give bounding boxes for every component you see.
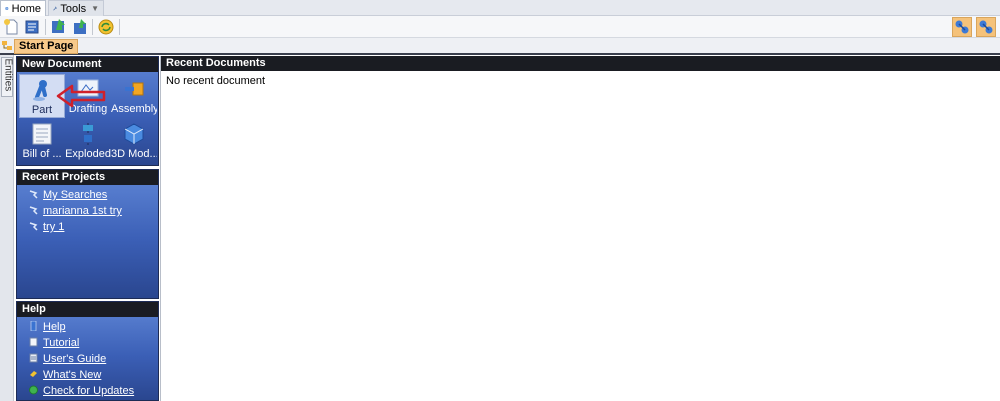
start-page-icon bbox=[2, 41, 12, 50]
whats-new-link-label: What's New bbox=[43, 369, 102, 381]
recent-projects-title: Recent Projects bbox=[17, 170, 158, 185]
help-link[interactable]: Help bbox=[17, 319, 158, 335]
new-3d-model-label: 3D Mod... bbox=[111, 148, 157, 160]
part-icon bbox=[33, 80, 47, 101]
wrench-icon bbox=[53, 6, 58, 11]
entities-tab[interactable]: Entities bbox=[1, 57, 14, 97]
tutorial-link-label: Tutorial bbox=[43, 337, 80, 349]
save-all-icon[interactable] bbox=[70, 18, 88, 36]
chevron-down-icon[interactable]: ▼ bbox=[91, 4, 99, 13]
tab-tools[interactable]: Tools ▼ bbox=[48, 0, 104, 16]
project-icon bbox=[29, 206, 38, 215]
check-for-updates-link-label: Check for Updates bbox=[43, 385, 135, 397]
new-exploded-label: Exploded bbox=[65, 148, 111, 160]
book-icon bbox=[29, 353, 38, 363]
recent-project-link[interactable]: try 1 bbox=[17, 219, 158, 235]
help-title: Help bbox=[17, 302, 158, 317]
disconnect-button[interactable] bbox=[976, 17, 996, 37]
project-icon bbox=[29, 190, 38, 199]
tab-tools-label: Tools bbox=[60, 2, 87, 15]
users-guide-link-label: User's Guide bbox=[43, 353, 107, 365]
annotation-arrow-icon bbox=[56, 84, 106, 108]
new-file-icon[interactable] bbox=[3, 18, 21, 36]
toolbar-separator bbox=[119, 19, 120, 35]
toolbar-separator bbox=[92, 19, 93, 35]
connect-button[interactable] bbox=[952, 17, 972, 37]
new-document-title: New Document bbox=[17, 57, 158, 72]
document-tab-strip: Start Page bbox=[0, 38, 1000, 55]
recent-project-link[interactable]: My Searches bbox=[17, 187, 158, 203]
check-for-updates-link[interactable]: Check for Updates bbox=[17, 383, 158, 399]
new-document-panel: New Document Part Drafting Assembly Bill… bbox=[16, 56, 159, 166]
recent-project-link[interactable]: marianna 1st try bbox=[17, 203, 158, 219]
recent-project-label: My Searches bbox=[43, 189, 108, 201]
3d-model-icon bbox=[124, 123, 144, 145]
globe-icon bbox=[5, 6, 9, 11]
tutorial-icon bbox=[29, 337, 38, 347]
recent-documents-panel: Recent Documents No recent document bbox=[160, 56, 1000, 401]
quick-toolbar bbox=[0, 16, 1000, 38]
refresh-icon[interactable] bbox=[97, 18, 115, 36]
bill-of-materials-icon bbox=[32, 123, 52, 145]
save-icon[interactable] bbox=[50, 18, 68, 36]
help-panel: Help Help Tutorial User's Guide What's N… bbox=[16, 301, 159, 401]
tab-home-label: Home bbox=[11, 2, 41, 15]
entities-side-panel: Entities bbox=[0, 55, 14, 401]
recent-projects-panel: Recent Projects My Searches marianna 1st… bbox=[16, 169, 159, 299]
help-icon bbox=[30, 321, 37, 331]
assembly-icon bbox=[125, 82, 144, 96]
whats-new-link[interactable]: What's New bbox=[17, 367, 158, 383]
new-assembly-button[interactable]: Assembly bbox=[111, 74, 157, 118]
ribbon-tab-bar: Home Tools ▼ bbox=[0, 0, 1000, 16]
entities-tab-label: Entities bbox=[2, 58, 14, 92]
help-link-label: Help bbox=[43, 321, 66, 333]
exploded-icon bbox=[83, 123, 93, 145]
new-assembly-label: Assembly bbox=[111, 103, 157, 115]
recent-documents-title: Recent Documents bbox=[161, 56, 1000, 71]
project-icon bbox=[29, 222, 38, 231]
new-bill-of-materials-button[interactable]: Bill of ... bbox=[19, 119, 65, 163]
help-links: Help Tutorial User's Guide What's New Ch… bbox=[17, 319, 158, 399]
users-guide-link[interactable]: User's Guide bbox=[17, 351, 158, 367]
toolbar-separator bbox=[45, 19, 46, 35]
tab-home[interactable]: Home bbox=[0, 0, 46, 16]
open-document-icon[interactable] bbox=[23, 18, 41, 36]
recent-projects-list: My Searches marianna 1st try try 1 bbox=[17, 187, 158, 235]
new-3d-model-button[interactable]: 3D Mod... bbox=[111, 119, 157, 163]
update-icon bbox=[29, 385, 38, 395]
recent-project-label: marianna 1st try bbox=[43, 205, 122, 217]
new-exploded-button[interactable]: Exploded bbox=[65, 119, 111, 163]
new-bill-of-materials-label: Bill of ... bbox=[22, 148, 62, 160]
link-icon bbox=[955, 20, 969, 34]
recent-project-label: try 1 bbox=[43, 221, 65, 233]
recent-documents-empty-text: No recent document bbox=[166, 75, 266, 87]
tutorial-link[interactable]: Tutorial bbox=[17, 335, 158, 351]
whats-new-icon bbox=[30, 371, 37, 377]
link-icon bbox=[979, 20, 993, 34]
tab-start-page[interactable]: Start Page bbox=[14, 39, 79, 54]
